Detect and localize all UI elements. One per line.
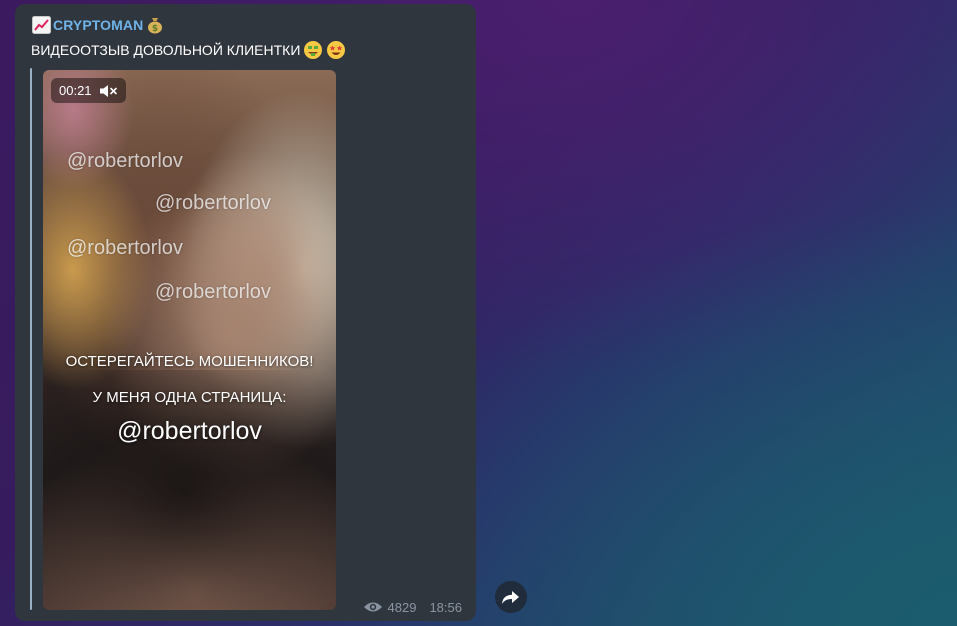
svg-text:$: $ [152, 24, 158, 34]
share-button[interactable] [495, 581, 527, 613]
video-overlay-subtitle: У МЕНЯ ОДНА СТРАНИЦА: [92, 389, 287, 406]
muted-speaker-icon[interactable] [98, 83, 118, 99]
video-overlay-handle: @robertorlov [117, 417, 262, 445]
video-player[interactable]: 00:21 @robertorlov @robertorlov @roberto… [43, 70, 336, 610]
message-bubble: CRYPTOMAN $ ВИДЕООТЗЫВ ДОВОЛЬНОЙ КЛИЕНТК… [15, 4, 476, 621]
video-frame-shadow [43, 370, 336, 610]
money-bag-icon: $ [147, 16, 163, 34]
message-meta: 4829 18:56 [363, 598, 462, 616]
views-eye-icon [363, 602, 382, 612]
channel-header[interactable]: CRYPTOMAN $ [32, 15, 163, 35]
watermark: @robertorlov [155, 281, 271, 303]
share-arrow-icon [502, 591, 519, 604]
message-time: 18:56 [429, 599, 462, 615]
message-caption: ВИДЕООТЗЫВ ДОВОЛЬНОЙ КЛИЕНТКИ [31, 40, 346, 60]
watermark: @robertorlov [155, 192, 271, 214]
view-count: 4829 [387, 599, 417, 615]
video-duration: 00:21 [59, 83, 92, 98]
star-struck-icon [326, 40, 346, 60]
channel-name[interactable]: CRYPTOMAN [53, 17, 143, 33]
caption-text: ВИДЕООТЗЫВ ДОВОЛЬНОЙ КЛИЕНТКИ [31, 42, 301, 58]
quote-bar [30, 68, 32, 610]
video-overlay-warning: ОСТЕРЕГАЙТЕСЬ МОШЕННИКОВ! [65, 353, 314, 370]
money-mouth-face-icon [303, 40, 323, 60]
chart-increasing-icon [32, 16, 51, 34]
video-duration-badge[interactable]: 00:21 [51, 78, 126, 103]
watermark: @robertorlov [67, 150, 183, 172]
watermark: @robertorlov [67, 237, 183, 259]
